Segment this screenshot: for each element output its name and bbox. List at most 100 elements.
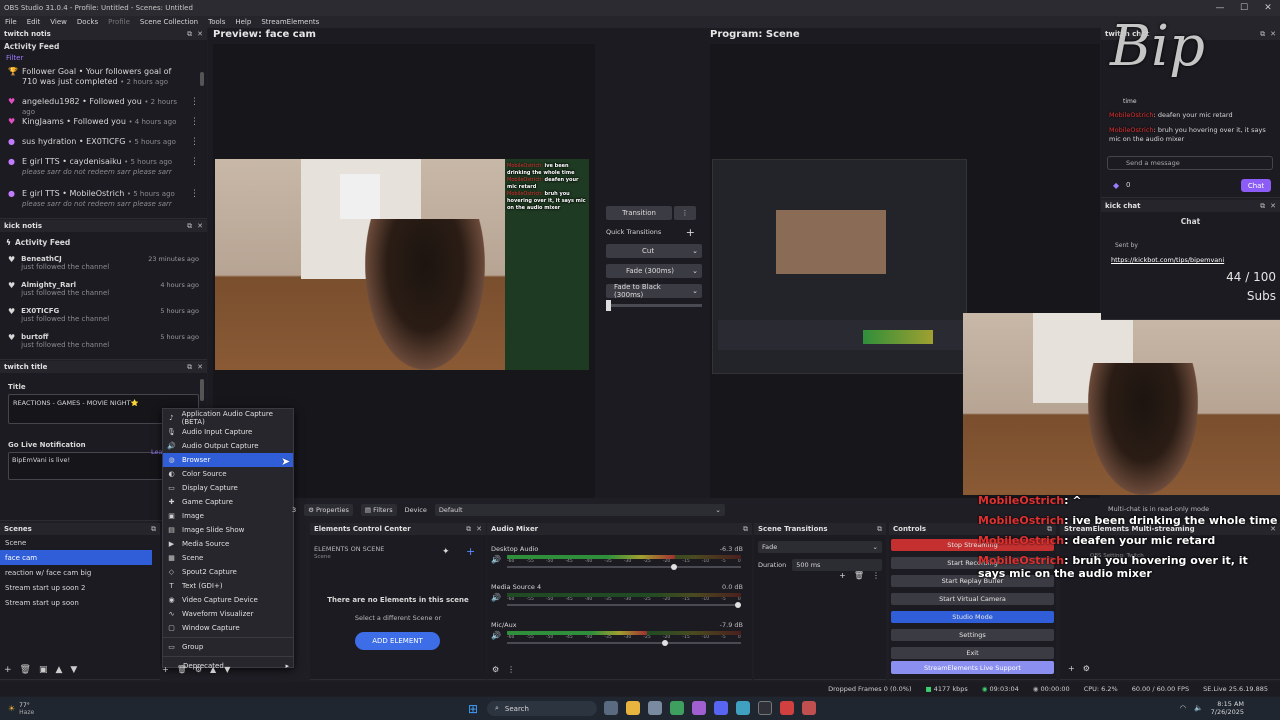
volume-knob[interactable] xyxy=(662,640,668,646)
gear-icon[interactable]: ⚙ xyxy=(1083,664,1090,673)
exit-button[interactable]: Exit xyxy=(891,647,1054,659)
move-down-icon[interactable]: ▼ xyxy=(70,665,77,675)
clock-date[interactable]: 7/26/2025 xyxy=(1211,708,1244,716)
menu-edit[interactable]: Edit xyxy=(22,18,46,26)
fade-black-transition[interactable]: Fade to Black (300ms) ⌄ xyxy=(606,283,702,299)
scene-item[interactable]: face cam xyxy=(0,550,152,565)
close-icon[interactable]: ✕ xyxy=(1270,30,1276,39)
settings-button[interactable]: Settings xyxy=(891,629,1054,641)
volume-slider[interactable] xyxy=(506,602,741,608)
properties-button[interactable]: ⚙ Properties xyxy=(304,504,353,516)
add-element-button[interactable]: ADD ELEMENT xyxy=(355,632,440,650)
close-icon[interactable]: ✕ xyxy=(476,525,482,534)
feed-scrollbar[interactable] xyxy=(200,72,204,86)
add-icon[interactable]: + xyxy=(839,571,846,580)
feed-item[interactable]: ● sus hydration • EX0TICFG • 5 hours ago ⋮ xyxy=(0,137,207,157)
float-icon[interactable]: ⧉ xyxy=(1260,202,1265,211)
menu-help[interactable]: Help xyxy=(230,18,256,26)
menu-item-browser[interactable]: ◍ Browser xyxy=(163,453,293,467)
more-icon[interactable]: ⋮ xyxy=(190,117,199,127)
menu-item-game-capture[interactable]: ✚ Game Capture xyxy=(163,495,293,509)
menu-item-application-audio-capture-beta[interactable]: ♪ Application Audio Capture (BETA) xyxy=(163,410,293,426)
trash-icon[interactable]: 🗑 xyxy=(20,665,31,675)
settings-icon[interactable] xyxy=(648,701,662,715)
start-virtual-camera-button[interactable]: Start Virtual Camera xyxy=(891,593,1054,605)
gear-icon[interactable]: ⚙ xyxy=(195,665,202,674)
filters-button[interactable]: ▤ Filters xyxy=(360,504,397,516)
menu-item-color-source[interactable]: ◐ Color Source xyxy=(163,467,293,481)
menu-item-image[interactable]: ▣ Image xyxy=(163,509,293,523)
title-scrollbar[interactable] xyxy=(200,379,204,401)
magic-icon[interactable]: ✦ xyxy=(442,547,450,557)
add-icon[interactable]: + xyxy=(4,665,12,675)
tbar-slider[interactable] xyxy=(606,300,702,311)
menu-profile[interactable]: Profile xyxy=(103,18,135,26)
add-element-icon[interactable]: + xyxy=(466,545,475,558)
menu-item-spout2-capture[interactable]: ◇ Spout2 Capture xyxy=(163,565,293,579)
menu-streamelements[interactable]: StreamElements xyxy=(256,18,324,26)
learn-more-link[interactable]: Lea xyxy=(151,448,163,456)
move-up-icon[interactable]: ▲ xyxy=(210,665,216,674)
more-icon[interactable]: ⋮ xyxy=(190,157,199,167)
close-icon[interactable]: ✕ xyxy=(197,363,203,372)
menu-item-audio-input-capture[interactable]: 🎙 Audio Input Capture xyxy=(163,425,293,439)
speaker-icon[interactable]: 🔊 xyxy=(491,593,501,602)
duration-input[interactable]: 500 ms xyxy=(792,559,882,571)
app-icon[interactable] xyxy=(780,701,794,715)
volume-knob[interactable] xyxy=(734,602,741,608)
preview-video[interactable]: MobileOstrich: ive been drinking the who… xyxy=(215,159,589,370)
add-icon[interactable]: + xyxy=(1068,664,1075,673)
trash-icon[interactable]: 🗑 xyxy=(854,571,864,580)
float-icon[interactable]: ⧉ xyxy=(187,363,192,372)
menu-docks[interactable]: Docks xyxy=(72,18,103,26)
fade-transition[interactable]: Fade (300ms) ⌄ xyxy=(606,264,702,278)
filter-link[interactable]: Filter xyxy=(0,53,207,67)
more-icon[interactable]: ⋮ xyxy=(190,97,199,107)
file-explorer-icon[interactable] xyxy=(626,701,640,715)
menu-item-window-capture[interactable]: ▢ Window Capture xyxy=(163,621,293,635)
taskbar-search[interactable]: ⌕ Search xyxy=(487,701,597,716)
speaker-icon[interactable]: 🔊 xyxy=(491,555,501,564)
menu-file[interactable]: File xyxy=(0,18,22,26)
transition-more-icon[interactable]: ⋮ xyxy=(674,206,696,220)
wifi-icon[interactable]: ◠ xyxy=(1180,704,1186,712)
trash-icon[interactable]: 🗑 xyxy=(177,665,187,674)
gear-icon[interactable]: ⚙ xyxy=(492,665,499,674)
menu-tools[interactable]: Tools xyxy=(203,18,230,26)
scene-item[interactable]: reaction w/ face cam big xyxy=(0,565,160,580)
live-support-button[interactable]: StreamElements Live Support xyxy=(891,661,1054,674)
move-up-icon[interactable]: ▲ xyxy=(56,665,63,675)
clock-time[interactable]: 8:15 AM xyxy=(1211,700,1244,708)
kick-feed-item[interactable]: ♥ Almighty_Rarl just followed the channel 4… xyxy=(0,281,207,307)
obs-icon[interactable] xyxy=(758,701,772,715)
more-icon[interactable]: ⋮ xyxy=(190,189,199,199)
kick-tip-link[interactable]: https://kickbot.com/tips/bipemvani xyxy=(1111,256,1224,264)
menu-item-group[interactable]: ▭ Group xyxy=(163,640,293,654)
close-icon[interactable]: ✕ xyxy=(197,222,203,231)
volume-icon[interactable]: 🔈 xyxy=(1194,704,1203,712)
scene-item[interactable]: Stream start up soon 2 xyxy=(0,580,160,595)
menu-item-display-capture[interactable]: ▭ Display Capture xyxy=(163,481,293,495)
filter-icon[interactable]: ▣ xyxy=(39,665,48,675)
send-message-input[interactable]: Send a message xyxy=(1107,156,1273,170)
close-icon[interactable]: ✕ xyxy=(1270,202,1276,211)
volume-slider[interactable] xyxy=(506,564,741,570)
app-icon[interactable] xyxy=(802,701,816,715)
speaker-icon[interactable]: 🔊 xyxy=(491,631,501,640)
chat-button[interactable]: Chat xyxy=(1241,179,1271,192)
transition-select[interactable]: Fade ⌄ xyxy=(758,541,882,553)
more-icon[interactable]: ⋮ xyxy=(507,665,515,674)
scene-item[interactable]: Stream start up soon xyxy=(0,595,160,610)
menu-view[interactable]: View xyxy=(45,18,72,26)
weather-widget[interactable]: ☀ 77° Haze xyxy=(0,702,34,716)
feed-item[interactable]: ♥ angeledu1982 • Followed you • 2 hours a… xyxy=(0,97,207,117)
app-icon[interactable] xyxy=(692,701,706,715)
feed-item[interactable]: 🏆 Follower Goal • Your followers goal of … xyxy=(0,67,207,97)
app-icon[interactable] xyxy=(736,701,750,715)
kick-feed-item[interactable]: ♥ burtoff just followed the channel 5 hours… xyxy=(0,333,207,359)
menu-item-text-gdi[interactable]: T Text (GDI+) xyxy=(163,579,293,593)
volume-knob[interactable] xyxy=(671,564,678,570)
studio-mode-button[interactable]: Studio Mode xyxy=(891,611,1054,623)
transition-button[interactable]: Transition xyxy=(606,206,672,220)
kick-feed-item[interactable]: ♥ EX0TICFG just followed the channel 5 hour… xyxy=(0,307,207,333)
